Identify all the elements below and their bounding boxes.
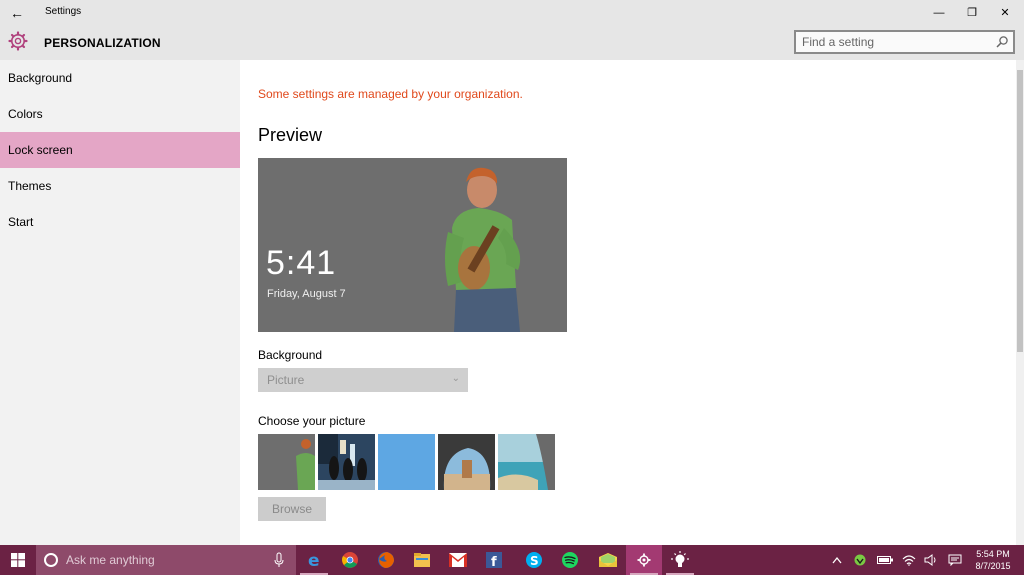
skype-icon: S (526, 552, 542, 568)
taskbar-clock[interactable]: 5:54 PM 8/7/2015 (966, 548, 1020, 572)
find-setting-search[interactable] (794, 30, 1015, 54)
tray-battery[interactable] (874, 545, 896, 575)
tray-app[interactable] (849, 545, 871, 575)
restore-icon: ❐ (967, 7, 977, 19)
tray-app-icon (854, 554, 866, 566)
cortana-input[interactable] (66, 553, 266, 567)
file-explorer-icon (414, 553, 430, 567)
svg-text:f: f (491, 555, 497, 568)
sidebar-item-background[interactable]: Background (0, 60, 240, 96)
taskbar-chrome[interactable] (332, 545, 368, 575)
taskbar-spotify[interactable] (552, 545, 588, 575)
sidebar-item-label: Colors (8, 107, 43, 121)
chevron-down-icon: ⌄ (451, 373, 460, 384)
background-dropdown-value: Picture (267, 373, 305, 387)
taskbar-tips[interactable] (662, 545, 698, 575)
taskbar-file-explorer[interactable] (404, 545, 440, 575)
gear-icon (8, 31, 28, 51)
gmail-icon (449, 553, 467, 567)
tray-action-center[interactable] (944, 545, 966, 575)
settings-icon (637, 553, 651, 567)
mail-icon (599, 553, 617, 567)
back-arrow-icon: ← (10, 4, 24, 21)
taskbar-facebook[interactable]: f (476, 545, 512, 575)
preview-date: Friday, August 7 (267, 288, 346, 300)
picture-thumbnail[interactable] (378, 434, 435, 490)
chevron-up-icon (832, 556, 842, 564)
vertical-scrollbar[interactable] (1016, 60, 1024, 545)
svg-text:S: S (530, 554, 539, 568)
tray-wifi[interactable] (898, 545, 920, 575)
browse-button[interactable]: Browse (258, 497, 326, 521)
cortana-search-box[interactable] (36, 545, 296, 575)
microphone-icon[interactable] (274, 552, 284, 568)
show-hidden-icons[interactable] (826, 545, 848, 575)
sidebar: Background Colors Lock screen Themes Sta… (0, 60, 240, 545)
volume-icon (924, 554, 936, 566)
taskbar-settings[interactable] (626, 545, 662, 575)
org-managed-notice: Some settings are managed by your organi… (258, 87, 523, 101)
taskbar-skype[interactable]: S (516, 545, 552, 575)
wifi-icon (902, 555, 916, 566)
sidebar-item-colors[interactable]: Colors (0, 96, 240, 132)
minimize-icon: — (933, 6, 945, 19)
main-content: Some settings are managed by your organi… (240, 60, 1016, 545)
sidebar-item-start[interactable]: Start (0, 204, 240, 240)
sidebar-item-lock-screen[interactable]: Lock screen (0, 132, 240, 168)
facebook-icon: f (486, 552, 502, 568)
taskbar: e f S (0, 545, 1024, 575)
chrome-icon (342, 552, 358, 568)
sidebar-item-label: Start (8, 215, 34, 229)
svg-text:e: e (308, 551, 320, 569)
battery-icon (877, 556, 893, 564)
close-button[interactable]: ✕ (988, 0, 1022, 25)
lock-screen-preview: 5:41 Friday, August 7 (258, 158, 567, 332)
sidebar-item-themes[interactable]: Themes (0, 168, 240, 204)
windows-logo-icon (11, 553, 25, 567)
preview-heading: Preview (258, 125, 323, 145)
page-title: PERSONALIZATION (44, 36, 161, 50)
back-button[interactable]: ← (0, 0, 34, 25)
minimize-button[interactable]: — (922, 0, 956, 25)
sidebar-item-label: Lock screen (8, 143, 73, 157)
picture-thumbnail[interactable] (438, 434, 495, 490)
preview-photo (434, 158, 567, 332)
search-icon[interactable] (995, 35, 1009, 49)
clock-time: 5:54 PM (976, 549, 1010, 559)
title-bar: ← Settings — ❐ ✕ (0, 0, 1024, 25)
choose-picture-label: Choose your picture (258, 414, 366, 428)
clock-date: 8/7/2015 (975, 561, 1011, 571)
close-icon: ✕ (1000, 7, 1010, 19)
tray-volume[interactable] (920, 545, 942, 575)
sidebar-item-label: Themes (8, 179, 52, 193)
taskbar-edge[interactable]: e (296, 545, 332, 575)
restore-button[interactable]: ❐ (955, 0, 989, 25)
background-dropdown[interactable]: Picture ⌄ (258, 368, 468, 392)
action-center-icon (948, 554, 962, 566)
sidebar-item-label: Background (8, 71, 73, 85)
picture-thumbnail[interactable] (318, 434, 375, 490)
cortana-icon (44, 553, 58, 567)
scrollbar-thumb[interactable] (1017, 70, 1023, 352)
background-label: Background (258, 348, 323, 362)
picture-thumbnail[interactable] (258, 434, 315, 490)
picture-thumbnail[interactable] (498, 434, 555, 490)
start-button[interactable] (0, 545, 36, 575)
window-title: Settings (45, 6, 82, 17)
tips-icon (671, 551, 689, 567)
settings-header: PERSONALIZATION (0, 25, 1024, 60)
firefox-icon (378, 552, 394, 568)
taskbar-mail[interactable] (590, 545, 626, 575)
taskbar-gmail[interactable] (440, 545, 476, 575)
search-input[interactable] (802, 35, 982, 49)
preview-time: 5:41 (266, 244, 337, 282)
edge-icon: e (308, 551, 320, 569)
spotify-icon (562, 552, 578, 568)
taskbar-firefox[interactable] (368, 545, 404, 575)
